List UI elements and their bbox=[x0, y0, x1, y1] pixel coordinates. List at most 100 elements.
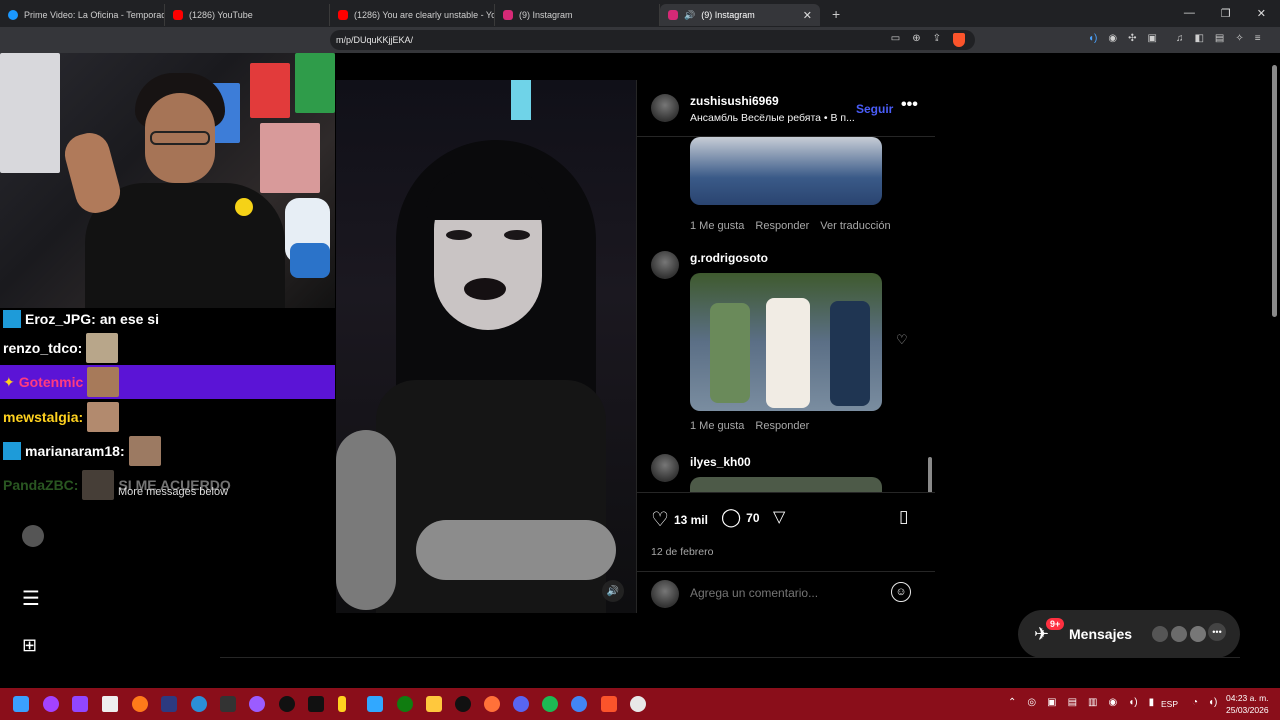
bookmark-icon[interactable]: ▯ bbox=[899, 507, 908, 527]
minimize-button[interactable]: — bbox=[1184, 7, 1195, 20]
brave-shield-icon[interactable] bbox=[953, 33, 965, 47]
extension-avatar-icon[interactable]: ◉ bbox=[1108, 33, 1117, 44]
commenter-username[interactable]: ilyes_kh00 bbox=[690, 455, 751, 469]
address-bar[interactable]: m/p/DUquKKjjEKA/ ▭ ⊕ ⇪ bbox=[330, 30, 975, 50]
speaker-tray-icon[interactable]: ◖) bbox=[1208, 697, 1217, 708]
hamburger-menu-icon[interactable]: ☰ bbox=[22, 586, 40, 611]
cast-icon[interactable]: ▭ bbox=[891, 33, 900, 47]
share-icon[interactable]: ⇪ bbox=[933, 33, 941, 47]
tab-label: (1286) YouTube bbox=[189, 10, 253, 20]
steam-icon[interactable]: ◉ bbox=[1108, 697, 1117, 708]
app-icon[interactable] bbox=[249, 696, 265, 712]
messages-button[interactable]: ✈ 9+ Mensajes ••• bbox=[1018, 610, 1240, 658]
commenter-avatar[interactable] bbox=[651, 251, 679, 279]
comment-image[interactable] bbox=[690, 477, 882, 492]
sidebar-icon[interactable]: ◧ bbox=[1194, 33, 1203, 44]
app-icon[interactable] bbox=[455, 696, 471, 712]
wallet-icon[interactable]: ▣ bbox=[1148, 33, 1157, 44]
volume-icon[interactable]: 🔊 bbox=[602, 580, 624, 602]
page-scrollbar[interactable] bbox=[1272, 65, 1277, 317]
app-icon[interactable] bbox=[308, 696, 324, 712]
comment-likes[interactable]: 1 Me gusta bbox=[690, 420, 744, 432]
follow-button[interactable]: Seguir bbox=[856, 102, 893, 116]
windows-start-icon[interactable] bbox=[13, 696, 29, 712]
emoji-icon[interactable]: ☺ bbox=[891, 582, 911, 602]
apps-grid-icon[interactable]: ⊞ bbox=[22, 635, 37, 656]
app-icon[interactable] bbox=[279, 696, 295, 712]
translate-button[interactable]: Ver traducción bbox=[820, 220, 890, 232]
tab-youtube[interactable]: (1286) YouTube bbox=[165, 4, 330, 26]
app-icon[interactable] bbox=[220, 696, 236, 712]
more-options-button[interactable]: ••• bbox=[901, 96, 918, 114]
tab-youtube-video[interactable]: (1286) You are clearly unstable - You bbox=[330, 4, 495, 26]
app-icon[interactable] bbox=[132, 696, 148, 712]
mic-icon[interactable]: ▮ bbox=[1149, 697, 1155, 708]
comment-image[interactable] bbox=[690, 273, 882, 411]
photoshop-icon[interactable] bbox=[367, 696, 383, 712]
subject-eye bbox=[504, 230, 530, 240]
clock[interactable]: 04:23 a. m. 25/03/2026 bbox=[1226, 692, 1269, 716]
comment-bubble-icon[interactable]: ◯ bbox=[721, 507, 741, 528]
tray-app-icon[interactable]: ▤ bbox=[1068, 697, 1077, 708]
tab-label: Prime Video: La Oficina - Temporada bbox=[24, 10, 165, 20]
stream-chat: Eroz_JPG: an ese si renzo_tdco: ✦ Gotenm… bbox=[0, 308, 335, 500]
restore-button[interactable]: ❐ bbox=[1221, 7, 1231, 20]
app-icon[interactable] bbox=[43, 696, 59, 712]
heart-icon[interactable]: ♡ bbox=[651, 507, 669, 532]
xbox-icon[interactable] bbox=[397, 696, 413, 712]
more-messages-below[interactable]: More messages below bbox=[118, 486, 228, 498]
comment-count[interactable]: 70 bbox=[746, 511, 759, 525]
spotify-icon[interactable] bbox=[542, 696, 558, 712]
tab-instagram[interactable]: (9) Instagram bbox=[495, 4, 660, 26]
comment-likes[interactable]: 1 Me gusta bbox=[690, 220, 744, 232]
zoom-icon[interactable]: ⊕ bbox=[912, 33, 920, 47]
wifi-icon[interactable]: ◔ bbox=[1192, 697, 1198, 708]
twitch-icon[interactable] bbox=[72, 696, 88, 712]
reply-button[interactable]: Responder bbox=[755, 420, 809, 432]
app-icon[interactable] bbox=[161, 696, 177, 712]
commenter-avatar[interactable] bbox=[651, 454, 679, 482]
comment-input[interactable] bbox=[690, 586, 880, 600]
menu-icon[interactable]: ≡ bbox=[1255, 33, 1261, 44]
reply-button[interactable]: Responder bbox=[755, 220, 809, 232]
leo-icon[interactable]: ✧ bbox=[1235, 33, 1243, 44]
tray-app-icon[interactable]: ◎ bbox=[1027, 697, 1036, 708]
commenter-username[interactable]: g.rodrigosoto bbox=[690, 251, 768, 265]
wallet2-icon[interactable]: ▤ bbox=[1215, 33, 1224, 44]
profile-avatar[interactable] bbox=[22, 525, 44, 547]
tray-app-icon[interactable]: ▥ bbox=[1088, 697, 1097, 708]
poster bbox=[0, 53, 60, 173]
lightning-icon[interactable] bbox=[338, 696, 346, 712]
music-icon[interactable]: ♫ bbox=[1176, 33, 1184, 44]
post-media[interactable]: 🔊 bbox=[336, 80, 636, 613]
puzzle-icon[interactable]: ✣ bbox=[1128, 33, 1136, 44]
close-tab-icon[interactable]: ✕ bbox=[803, 9, 812, 22]
close-window-button[interactable]: ✕ bbox=[1257, 7, 1266, 20]
date: 25/03/2026 bbox=[1226, 705, 1269, 715]
language-indicator[interactable]: ESP bbox=[1161, 699, 1178, 709]
like-count[interactable]: 13 mil bbox=[674, 513, 708, 527]
app-icon[interactable] bbox=[630, 696, 646, 712]
author-username[interactable]: zushisushi6969 bbox=[690, 94, 779, 108]
audio-wave-icon[interactable]: ◖) bbox=[1088, 33, 1097, 44]
author-avatar[interactable] bbox=[651, 94, 679, 122]
app-icon[interactable] bbox=[102, 696, 118, 712]
cat-emote-icon bbox=[86, 333, 119, 363]
folder-icon[interactable] bbox=[426, 696, 442, 712]
tab-prime-video[interactable]: Prime Video: La Oficina - Temporada bbox=[0, 4, 165, 26]
brave-icon[interactable] bbox=[601, 696, 617, 712]
like-comment-heart-icon[interactable]: ♡ bbox=[896, 332, 908, 348]
discord-icon[interactable] bbox=[513, 696, 529, 712]
comment-image[interactable] bbox=[690, 137, 882, 205]
audio-subtitle[interactable]: Ансамбль Весёлые ребята • В п... bbox=[690, 112, 860, 124]
globe-icon[interactable] bbox=[191, 696, 207, 712]
new-tab-button[interactable]: + bbox=[820, 6, 852, 22]
chevron-up-icon[interactable]: ⌃ bbox=[1008, 697, 1016, 708]
comments-scrollbar[interactable] bbox=[928, 457, 932, 492]
share-paper-plane-icon[interactable]: ▽ bbox=[773, 507, 785, 527]
chrome-icon[interactable] bbox=[571, 696, 587, 712]
tab-instagram-active[interactable]: 🔊 (9) Instagram ✕ bbox=[660, 4, 820, 26]
firefox-icon[interactable] bbox=[484, 696, 500, 712]
volume-tray-icon[interactable]: ◖) bbox=[1128, 697, 1137, 708]
tray-app-icon[interactable]: ▣ bbox=[1047, 697, 1056, 708]
